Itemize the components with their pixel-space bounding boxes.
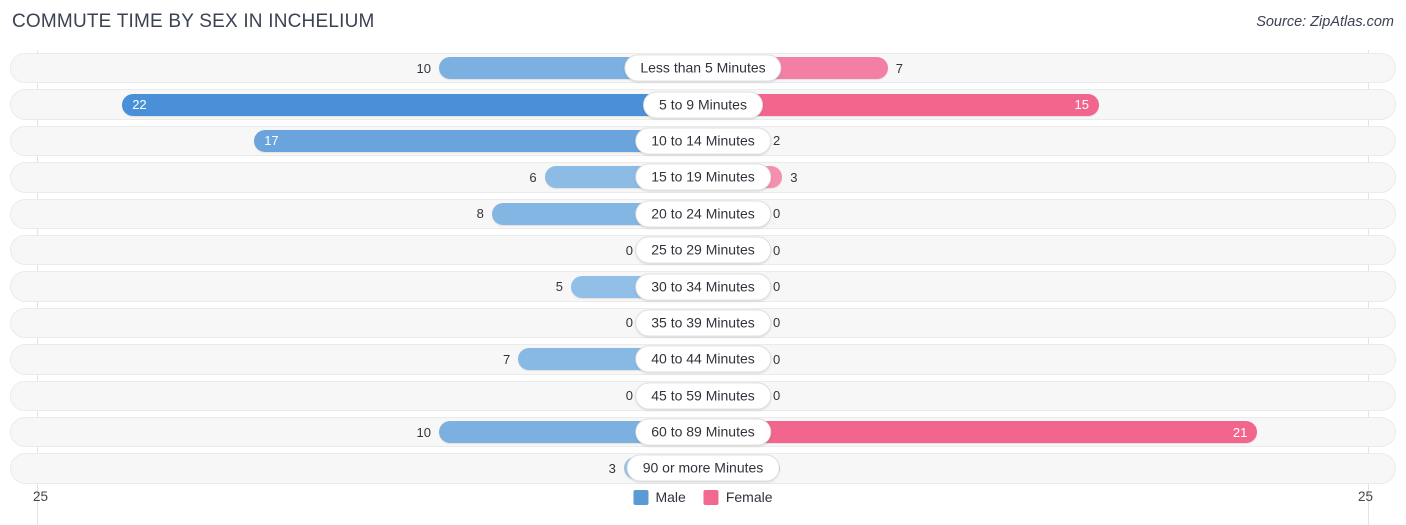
chart-row: 10 7 Less than 5 Minutes bbox=[10, 50, 1396, 86]
chart-row: 22 15 5 to 9 Minutes bbox=[10, 86, 1396, 122]
male-bar-group: 17 bbox=[36, 128, 703, 154]
male-value-label: 17 bbox=[264, 133, 279, 149]
female-bar-group: 0 bbox=[703, 273, 1370, 299]
page-title: COMMUTE TIME BY SEX IN INCHELIUM bbox=[12, 11, 375, 32]
female-bar-group: 0 bbox=[703, 201, 1370, 227]
chart-footer: 25 25 Male Female bbox=[0, 487, 1406, 523]
category-label: 20 to 24 Minutes bbox=[635, 200, 771, 228]
chart-row: 8 0 20 to 24 Minutes bbox=[10, 196, 1396, 232]
chart-row: 5 0 30 to 34 Minutes bbox=[10, 268, 1396, 304]
male-bar[interactable]: 22 bbox=[122, 93, 703, 116]
diverging-bar-chart: 10 7 Less than 5 Minutes 22 15 5 to 9 Minutes… bbox=[10, 50, 1396, 525]
chart-row: 10 21 60 to 89 Minutes bbox=[10, 414, 1396, 450]
category-label: 10 to 14 Minutes bbox=[635, 127, 771, 155]
category-label: 35 to 39 Minutes bbox=[635, 309, 771, 337]
female-value-label: 3 bbox=[790, 169, 798, 185]
female-bar-group: 0 bbox=[703, 383, 1370, 409]
source-attribution: Source: ZipAtlas.com bbox=[1256, 14, 1394, 30]
chart-row: 0 0 35 to 39 Minutes bbox=[10, 305, 1396, 341]
female-value-label: 21 bbox=[1232, 424, 1248, 440]
legend-label: Male bbox=[655, 489, 686, 505]
chart-row: 6 3 15 to 19 Minutes bbox=[10, 159, 1396, 195]
category-label: 5 to 9 Minutes bbox=[643, 91, 763, 119]
male-value-label: 10 bbox=[416, 60, 431, 76]
female-bar-group: 0 bbox=[703, 346, 1370, 372]
legend-item-male[interactable]: Male bbox=[633, 489, 686, 505]
category-label: 40 to 44 Minutes bbox=[635, 345, 771, 373]
male-bar-group: 0 bbox=[36, 310, 703, 336]
female-value-label: 7 bbox=[895, 60, 904, 76]
male-value-label: 22 bbox=[132, 97, 147, 113]
chart-row: 0 0 25 to 29 Minutes bbox=[10, 232, 1396, 268]
male-bar-group: 7 bbox=[36, 346, 703, 372]
male-bar-group: 10 bbox=[36, 55, 703, 81]
male-bar-group: 6 bbox=[36, 164, 703, 190]
male-value-label: 6 bbox=[529, 169, 537, 185]
female-bar-group: 0 bbox=[703, 237, 1370, 263]
legend-item-female[interactable]: Female bbox=[703, 489, 773, 505]
chart-legend: Male Female bbox=[633, 489, 773, 505]
female-bar-group: 15 bbox=[703, 91, 1370, 117]
legend-swatch-icon bbox=[633, 489, 649, 505]
male-bar-group: 0 bbox=[36, 383, 703, 409]
female-bar-group: 0 bbox=[703, 310, 1370, 336]
axis-tick-left: 25 bbox=[33, 489, 49, 504]
male-bar-group: 10 bbox=[36, 419, 703, 445]
legend-label: Female bbox=[725, 489, 773, 505]
chart-rows: 10 7 Less than 5 Minutes 22 15 5 to 9 Minutes… bbox=[10, 50, 1396, 487]
chart-row: 7 0 40 to 44 Minutes bbox=[10, 341, 1396, 377]
legend-swatch-icon bbox=[703, 489, 719, 505]
category-label: 30 to 34 Minutes bbox=[635, 273, 771, 301]
category-label: 60 to 89 Minutes bbox=[635, 418, 771, 446]
category-label: 90 or more Minutes bbox=[626, 454, 780, 482]
female-bar-group: 3 bbox=[703, 164, 1370, 190]
chart-row: 0 0 45 to 59 Minutes bbox=[10, 378, 1396, 414]
female-bar[interactable]: 21 bbox=[703, 421, 1258, 444]
category-label: 45 to 59 Minutes bbox=[635, 382, 771, 410]
category-label: Less than 5 Minutes bbox=[624, 54, 782, 82]
male-bar-group: 0 bbox=[36, 237, 703, 263]
male-bar-group: 5 bbox=[36, 273, 703, 299]
female-bar-group: 0 bbox=[703, 455, 1370, 481]
chart-row: 3 090 or more Minutes bbox=[10, 450, 1396, 486]
male-value-label: 7 bbox=[502, 351, 511, 367]
male-value-label: 8 bbox=[476, 206, 484, 222]
female-value-label: 15 bbox=[1074, 97, 1089, 113]
male-bar-group: 3 bbox=[36, 455, 703, 481]
female-bar-group: 21 bbox=[703, 419, 1370, 445]
male-value-label: 3 bbox=[608, 460, 616, 476]
male-bar-group: 22 bbox=[36, 91, 703, 117]
axis-tick-right: 25 bbox=[1357, 489, 1373, 504]
category-label: 15 to 19 Minutes bbox=[635, 163, 771, 191]
category-label: 25 to 29 Minutes bbox=[635, 236, 771, 264]
chart-row: 17 2 10 to 14 Minutes bbox=[10, 123, 1396, 159]
female-bar-group: 7 bbox=[703, 55, 1370, 81]
male-value-label: 5 bbox=[555, 279, 563, 295]
male-bar-group: 8 bbox=[36, 201, 703, 227]
female-bar-group: 2 bbox=[703, 128, 1370, 154]
male-value-label: 10 bbox=[416, 424, 431, 440]
